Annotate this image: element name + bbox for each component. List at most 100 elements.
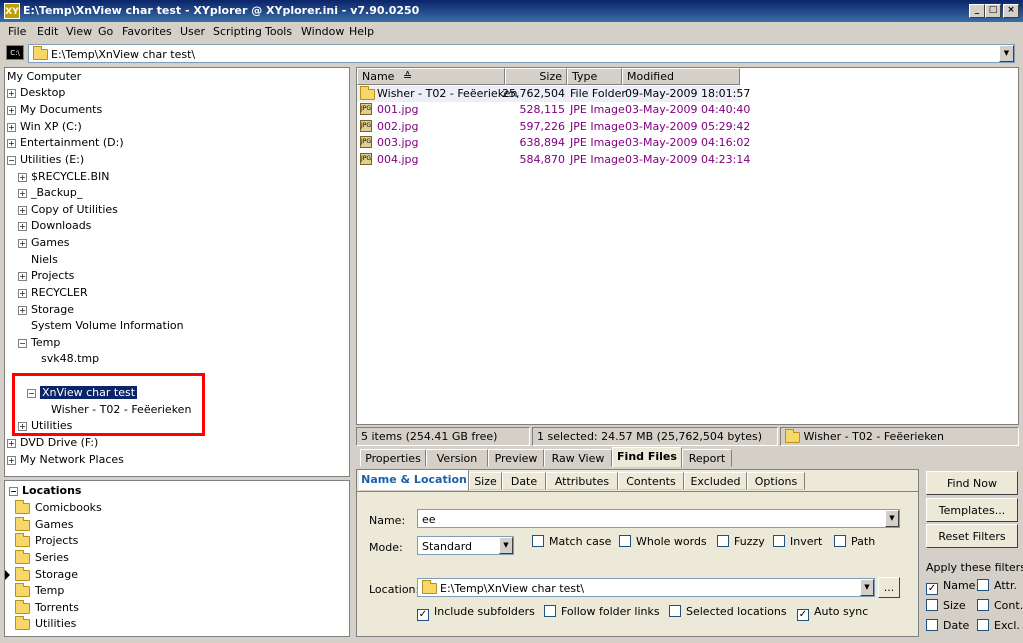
- column-header-modified[interactable]: Modified: [622, 68, 740, 85]
- file-row-selected[interactable]: Wisher - T02 - Feëerieken 25,762,504 Fil…: [357, 86, 750, 102]
- checkbox-box[interactable]: [669, 605, 681, 617]
- menu-scripting[interactable]: Scripting: [213, 25, 262, 38]
- title-bar[interactable]: XY E:\Temp\XnView char test - XYplorer @…: [0, 0, 1023, 22]
- filter-excluded-checkbox[interactable]: Excl.: [977, 619, 1020, 632]
- expand-icon[interactable]: +: [18, 173, 27, 182]
- filter-size-checkbox[interactable]: Size: [926, 599, 966, 612]
- file-row[interactable]: JPG 003.jpg 638,894 JPE Image 03-May-200…: [357, 135, 750, 151]
- tree-node[interactable]: − Utilities (E:): [7, 153, 84, 166]
- tree-node[interactable]: + Projects: [18, 269, 74, 282]
- expand-icon[interactable]: +: [7, 439, 16, 448]
- tree-node[interactable]: + $RECYCLE.BIN: [18, 170, 109, 183]
- tree-node[interactable]: + Games: [18, 236, 69, 249]
- expand-icon[interactable]: +: [7, 456, 16, 465]
- tab-options[interactable]: Options: [747, 472, 805, 490]
- browse-button[interactable]: ...: [878, 577, 900, 598]
- minimize-button[interactable]: _: [969, 4, 985, 18]
- expand-icon[interactable]: +: [7, 123, 16, 132]
- tree-node[interactable]: + RECYCLER: [18, 286, 88, 299]
- include-subfolders-checkbox[interactable]: ✓ Include subfolders: [417, 605, 535, 621]
- checkbox-box[interactable]: [926, 619, 938, 631]
- menu-window[interactable]: Window: [301, 25, 344, 38]
- collapse-icon[interactable]: −: [7, 156, 16, 165]
- checkbox-box[interactable]: [532, 535, 544, 547]
- find-now-button[interactable]: Find Now: [926, 471, 1018, 495]
- name-dropdown-button[interactable]: ▼: [885, 510, 899, 527]
- location-item[interactable]: Games: [15, 516, 73, 531]
- file-row[interactable]: JPG 004.jpg 584,870 JPE Image 03-May-200…: [357, 152, 750, 168]
- fuzzy-checkbox[interactable]: Fuzzy: [717, 535, 765, 548]
- location-item[interactable]: Torrents: [15, 599, 79, 614]
- checkbox-box[interactable]: ✓: [417, 609, 429, 621]
- filter-contents-checkbox[interactable]: Cont.: [977, 599, 1023, 612]
- expand-icon[interactable]: +: [18, 272, 27, 281]
- tree-node-my-computer[interactable]: My Computer: [7, 70, 81, 83]
- file-row[interactable]: JPG 001.jpg 528,115 JPE Image 03-May-200…: [357, 102, 750, 118]
- match-case-checkbox[interactable]: Match case: [532, 535, 611, 548]
- tab-contents[interactable]: Contents: [618, 472, 684, 490]
- menu-user[interactable]: User: [180, 25, 205, 38]
- tree-node[interactable]: + Copy of Utilities: [18, 203, 118, 216]
- menu-tools[interactable]: Tools: [265, 25, 292, 38]
- location-item[interactable]: Comicbooks: [15, 499, 102, 514]
- tree-node[interactable]: + _Backup_: [18, 186, 82, 199]
- expand-icon[interactable]: +: [7, 139, 16, 148]
- filter-name-checkbox[interactable]: ✓ Name: [926, 579, 975, 595]
- address-dropdown-button[interactable]: ▼: [999, 45, 1014, 62]
- tree-node[interactable]: + My Network Places: [7, 453, 124, 466]
- tree-node[interactable]: Niels: [31, 253, 58, 266]
- checkbox-box[interactable]: [544, 605, 556, 617]
- expand-icon[interactable]: +: [18, 189, 27, 198]
- file-row[interactable]: JPG 002.jpg 597,226 JPE Image 03-May-200…: [357, 119, 750, 135]
- tab-report[interactable]: Report: [682, 449, 732, 467]
- column-header-name[interactable]: Name ≙: [357, 68, 505, 85]
- menu-favorites[interactable]: Favorites: [122, 25, 172, 38]
- expand-icon[interactable]: +: [18, 306, 27, 315]
- location-input[interactable]: E:\Temp\XnView char test\ ▼: [417, 578, 875, 597]
- menu-go[interactable]: Go: [98, 25, 113, 38]
- tab-preview[interactable]: Preview: [488, 449, 544, 467]
- whole-words-checkbox[interactable]: Whole words: [619, 535, 707, 548]
- selected-locations-checkbox[interactable]: Selected locations: [669, 605, 787, 618]
- expand-icon[interactable]: +: [18, 289, 27, 298]
- checkbox-box[interactable]: [977, 619, 989, 631]
- mode-dropdown-button[interactable]: ▼: [499, 537, 513, 554]
- location-item[interactable]: Utilities: [15, 615, 76, 630]
- expand-icon[interactable]: +: [18, 239, 27, 248]
- filter-date-checkbox[interactable]: Date: [926, 619, 969, 632]
- templates-button[interactable]: Templates...: [926, 498, 1018, 522]
- tree-node[interactable]: System Volume Information: [31, 319, 184, 332]
- column-header-type[interactable]: Type: [567, 68, 622, 85]
- expand-icon[interactable]: +: [7, 89, 16, 98]
- checkbox-box[interactable]: [773, 535, 785, 547]
- tab-name-location[interactable]: Name & Location: [359, 470, 469, 491]
- checkbox-box[interactable]: [977, 579, 989, 591]
- tree-node[interactable]: + DVD Drive (F:): [7, 436, 98, 449]
- checkbox-box[interactable]: ✓: [797, 609, 809, 621]
- tree-node[interactable]: + Win XP (C:): [7, 120, 82, 133]
- command-prompt-button[interactable]: C:\: [6, 45, 24, 60]
- expand-icon[interactable]: +: [18, 222, 27, 231]
- checkbox-box[interactable]: [619, 535, 631, 547]
- tab-excluded[interactable]: Excluded: [684, 472, 747, 490]
- menu-file[interactable]: File: [8, 25, 26, 38]
- menu-edit[interactable]: Edit: [37, 25, 58, 38]
- filter-attr-checkbox[interactable]: Attr.: [977, 579, 1017, 592]
- expand-icon[interactable]: +: [18, 206, 27, 215]
- tree-node[interactable]: + My Documents: [7, 103, 102, 116]
- mode-select[interactable]: Standard ▼: [417, 536, 514, 555]
- tab-raw-view[interactable]: Raw View: [544, 449, 612, 467]
- maximize-button[interactable]: □: [985, 4, 1001, 18]
- location-item[interactable]: Temp: [15, 582, 64, 597]
- tab-attributes[interactable]: Attributes: [546, 472, 618, 490]
- location-dropdown-button[interactable]: ▼: [860, 579, 874, 596]
- location-item[interactable]: Series: [15, 549, 69, 564]
- name-pattern-input[interactable]: ee ▼: [417, 509, 900, 528]
- tree-node[interactable]: + Entertainment (D:): [7, 136, 124, 149]
- column-header-size[interactable]: Size: [505, 68, 567, 85]
- file-list[interactable]: Name ≙ Size Type Modified Wisher - T02 - …: [356, 67, 1019, 425]
- location-item[interactable]: Projects: [15, 532, 78, 547]
- checkbox-box[interactable]: ✓: [926, 583, 938, 595]
- follow-folder-links-checkbox[interactable]: Follow folder links: [544, 605, 660, 618]
- auto-sync-checkbox[interactable]: ✓ Auto sync: [797, 605, 868, 621]
